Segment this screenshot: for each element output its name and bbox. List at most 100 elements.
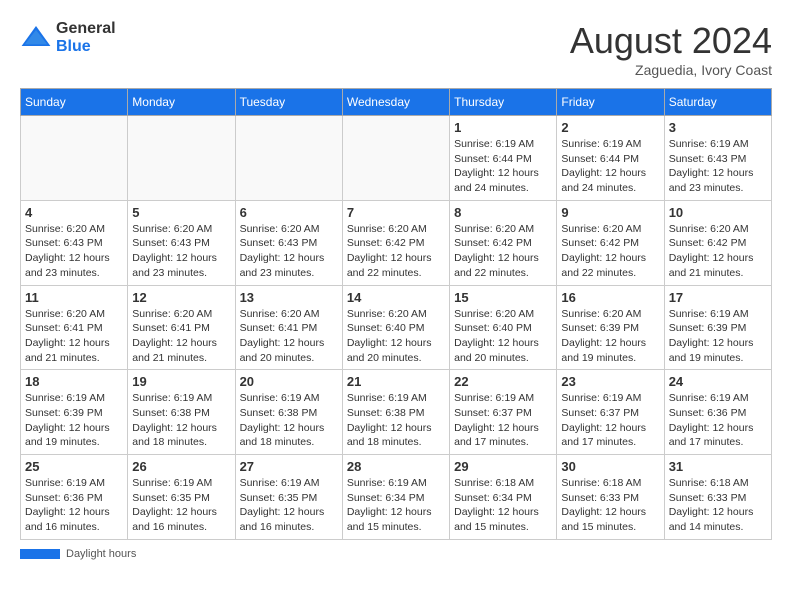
day-number: 3 xyxy=(669,120,767,135)
footer-note: Daylight hours xyxy=(20,548,772,560)
day-info: Sunrise: 6:20 AM Sunset: 6:41 PM Dayligh… xyxy=(132,307,230,366)
day-number: 30 xyxy=(561,459,659,474)
table-row: 17 Sunrise: 6:19 AM Sunset: 6:39 PM Dayli… xyxy=(664,285,771,370)
table-row: 29Sunrise: 6:18 AM Sunset: 6:34 PM Dayli… xyxy=(450,455,557,540)
table-row: 22 Sunrise: 6:19 AM Sunset: 6:37 PM Dayli… xyxy=(450,370,557,455)
weekday-header-wednesday: Wednesday xyxy=(342,89,449,116)
table-row: 23 Sunrise: 6:19 AM Sunset: 6:37 PM Dayli… xyxy=(557,370,664,455)
day-number: 27 xyxy=(240,459,338,474)
day-number: 4 xyxy=(25,205,123,220)
table-row: 6 Sunrise: 6:20 AM Sunset: 6:43 PM Daylig… xyxy=(235,200,342,285)
day-number: 22 xyxy=(454,374,552,389)
day-number: 13 xyxy=(240,290,338,305)
day-info: Sunrise: 6:20 AM Sunset: 6:40 PM Dayligh… xyxy=(347,307,445,366)
day-info: Sunrise: 6:19 AM Sunset: 6:36 PM Dayligh… xyxy=(25,476,123,535)
day-number: 6 xyxy=(240,205,338,220)
day-info: Sunrise: 6:19 AM Sunset: 6:43 PM Dayligh… xyxy=(669,137,767,196)
day-number: 11 xyxy=(25,290,123,305)
day-number: 18 xyxy=(25,374,123,389)
day-info: Sunrise: 6:20 AM Sunset: 6:39 PM Dayligh… xyxy=(561,307,659,366)
day-info: Sunrise: 6:19 AM Sunset: 6:35 PM Dayligh… xyxy=(132,476,230,535)
day-info: Sunrise: 6:19 AM Sunset: 6:39 PM Dayligh… xyxy=(25,391,123,450)
day-info: Sunrise: 6:20 AM Sunset: 6:40 PM Dayligh… xyxy=(454,307,552,366)
day-info: Sunrise: 6:19 AM Sunset: 6:34 PM Dayligh… xyxy=(347,476,445,535)
table-row: 4 Sunrise: 6:20 AM Sunset: 6:43 PM Daylig… xyxy=(21,200,128,285)
calendar-week-row: 4 Sunrise: 6:20 AM Sunset: 6:43 PM Daylig… xyxy=(21,200,772,285)
daylight-label: Daylight hours xyxy=(66,548,136,560)
day-info: Sunrise: 6:20 AM Sunset: 6:42 PM Dayligh… xyxy=(454,222,552,281)
day-number: 23 xyxy=(561,374,659,389)
table-row: 12 Sunrise: 6:20 AM Sunset: 6:41 PM Dayli… xyxy=(128,285,235,370)
day-info: Sunrise: 6:20 AM Sunset: 6:43 PM Dayligh… xyxy=(132,222,230,281)
weekday-header-saturday: Saturday xyxy=(664,89,771,116)
calendar-week-row: 18 Sunrise: 6:19 AM Sunset: 6:39 PM Dayli… xyxy=(21,370,772,455)
generalblue-logo-icon xyxy=(20,22,52,54)
day-info: Sunrise: 6:20 AM Sunset: 6:42 PM Dayligh… xyxy=(561,222,659,281)
weekday-header-sunday: Sunday xyxy=(21,89,128,116)
table-row: 3 Sunrise: 6:19 AM Sunset: 6:43 PM Daylig… xyxy=(664,116,771,201)
daylight-bar-icon xyxy=(20,549,60,559)
table-row: 24 Sunrise: 6:19 AM Sunset: 6:36 PM Dayli… xyxy=(664,370,771,455)
day-info: Sunrise: 6:20 AM Sunset: 6:41 PM Dayligh… xyxy=(240,307,338,366)
table-row: 25 Sunrise: 6:19 AM Sunset: 6:36 PM Dayli… xyxy=(21,455,128,540)
table-row: 8 Sunrise: 6:20 AM Sunset: 6:42 PM Daylig… xyxy=(450,200,557,285)
day-info: Sunrise: 6:19 AM Sunset: 6:35 PM Dayligh… xyxy=(240,476,338,535)
calendar-week-row: 11 Sunrise: 6:20 AM Sunset: 6:41 PM Dayli… xyxy=(21,285,772,370)
day-info: Sunrise: 6:20 AM Sunset: 6:43 PM Dayligh… xyxy=(240,222,338,281)
calendar-table: SundayMondayTuesdayWednesdayThursdayFrid… xyxy=(20,88,772,540)
day-info: Sunrise: 6:18 AM Sunset: 6:33 PM Dayligh… xyxy=(561,476,659,535)
calendar-week-row: 1 Sunrise: 6:19 AM Sunset: 6:44 PM Daylig… xyxy=(21,116,772,201)
calendar-week-row: 25 Sunrise: 6:19 AM Sunset: 6:36 PM Dayli… xyxy=(21,455,772,540)
table-row: 31Sunrise: 6:18 AM Sunset: 6:33 PM Dayli… xyxy=(664,455,771,540)
day-number: 28 xyxy=(347,459,445,474)
day-number: 24 xyxy=(669,374,767,389)
day-number: 14 xyxy=(347,290,445,305)
table-row xyxy=(21,116,128,201)
table-row: 15 Sunrise: 6:20 AM Sunset: 6:40 PM Dayli… xyxy=(450,285,557,370)
day-info: Sunrise: 6:19 AM Sunset: 6:39 PM Dayligh… xyxy=(669,307,767,366)
location-subtitle: Zaguedia, Ivory Coast xyxy=(570,62,772,78)
table-row: 2Sunrise: 6:19 AM Sunset: 6:44 PM Daylig… xyxy=(557,116,664,201)
day-number: 20 xyxy=(240,374,338,389)
day-number: 16 xyxy=(561,290,659,305)
day-info: Sunrise: 6:19 AM Sunset: 6:38 PM Dayligh… xyxy=(347,391,445,450)
day-number: 7 xyxy=(347,205,445,220)
day-number: 2 xyxy=(561,120,659,135)
table-row: 10Sunrise: 6:20 AM Sunset: 6:42 PM Dayli… xyxy=(664,200,771,285)
day-number: 12 xyxy=(132,290,230,305)
day-info: Sunrise: 6:19 AM Sunset: 6:44 PM Dayligh… xyxy=(454,137,552,196)
day-number: 9 xyxy=(561,205,659,220)
day-info: Sunrise: 6:19 AM Sunset: 6:36 PM Dayligh… xyxy=(669,391,767,450)
weekday-header-friday: Friday xyxy=(557,89,664,116)
day-info: Sunrise: 6:20 AM Sunset: 6:43 PM Dayligh… xyxy=(25,222,123,281)
day-number: 15 xyxy=(454,290,552,305)
month-year-title: August 2024 xyxy=(570,20,772,62)
table-row xyxy=(128,116,235,201)
title-block: August 2024 Zaguedia, Ivory Coast xyxy=(570,20,772,78)
day-number: 17 xyxy=(669,290,767,305)
day-info: Sunrise: 6:19 AM Sunset: 6:37 PM Dayligh… xyxy=(561,391,659,450)
table-row: 19Sunrise: 6:19 AM Sunset: 6:38 PM Dayli… xyxy=(128,370,235,455)
weekday-header-monday: Monday xyxy=(128,89,235,116)
day-info: Sunrise: 6:18 AM Sunset: 6:34 PM Dayligh… xyxy=(454,476,552,535)
table-row: 21 Sunrise: 6:19 AM Sunset: 6:38 PM Dayli… xyxy=(342,370,449,455)
table-row: 11 Sunrise: 6:20 AM Sunset: 6:41 PM Dayli… xyxy=(21,285,128,370)
weekday-header-row: SundayMondayTuesdayWednesdayThursdayFrid… xyxy=(21,89,772,116)
table-row xyxy=(342,116,449,201)
table-row: 16 Sunrise: 6:20 AM Sunset: 6:39 PM Dayli… xyxy=(557,285,664,370)
day-number: 25 xyxy=(25,459,123,474)
table-row: 27 Sunrise: 6:19 AM Sunset: 6:35 PM Dayli… xyxy=(235,455,342,540)
table-row: 26Sunrise: 6:19 AM Sunset: 6:35 PM Dayli… xyxy=(128,455,235,540)
day-number: 10 xyxy=(669,205,767,220)
day-number: 21 xyxy=(347,374,445,389)
table-row: 5Sunrise: 6:20 AM Sunset: 6:43 PM Daylig… xyxy=(128,200,235,285)
table-row: 13 Sunrise: 6:20 AM Sunset: 6:41 PM Dayli… xyxy=(235,285,342,370)
day-number: 31 xyxy=(669,459,767,474)
logo: General Blue xyxy=(20,20,116,56)
day-info: Sunrise: 6:19 AM Sunset: 6:37 PM Dayligh… xyxy=(454,391,552,450)
day-number: 8 xyxy=(454,205,552,220)
day-info: Sunrise: 6:20 AM Sunset: 6:41 PM Dayligh… xyxy=(25,307,123,366)
weekday-header-tuesday: Tuesday xyxy=(235,89,342,116)
table-row: 7Sunrise: 6:20 AM Sunset: 6:42 PM Daylig… xyxy=(342,200,449,285)
day-number: 1 xyxy=(454,120,552,135)
